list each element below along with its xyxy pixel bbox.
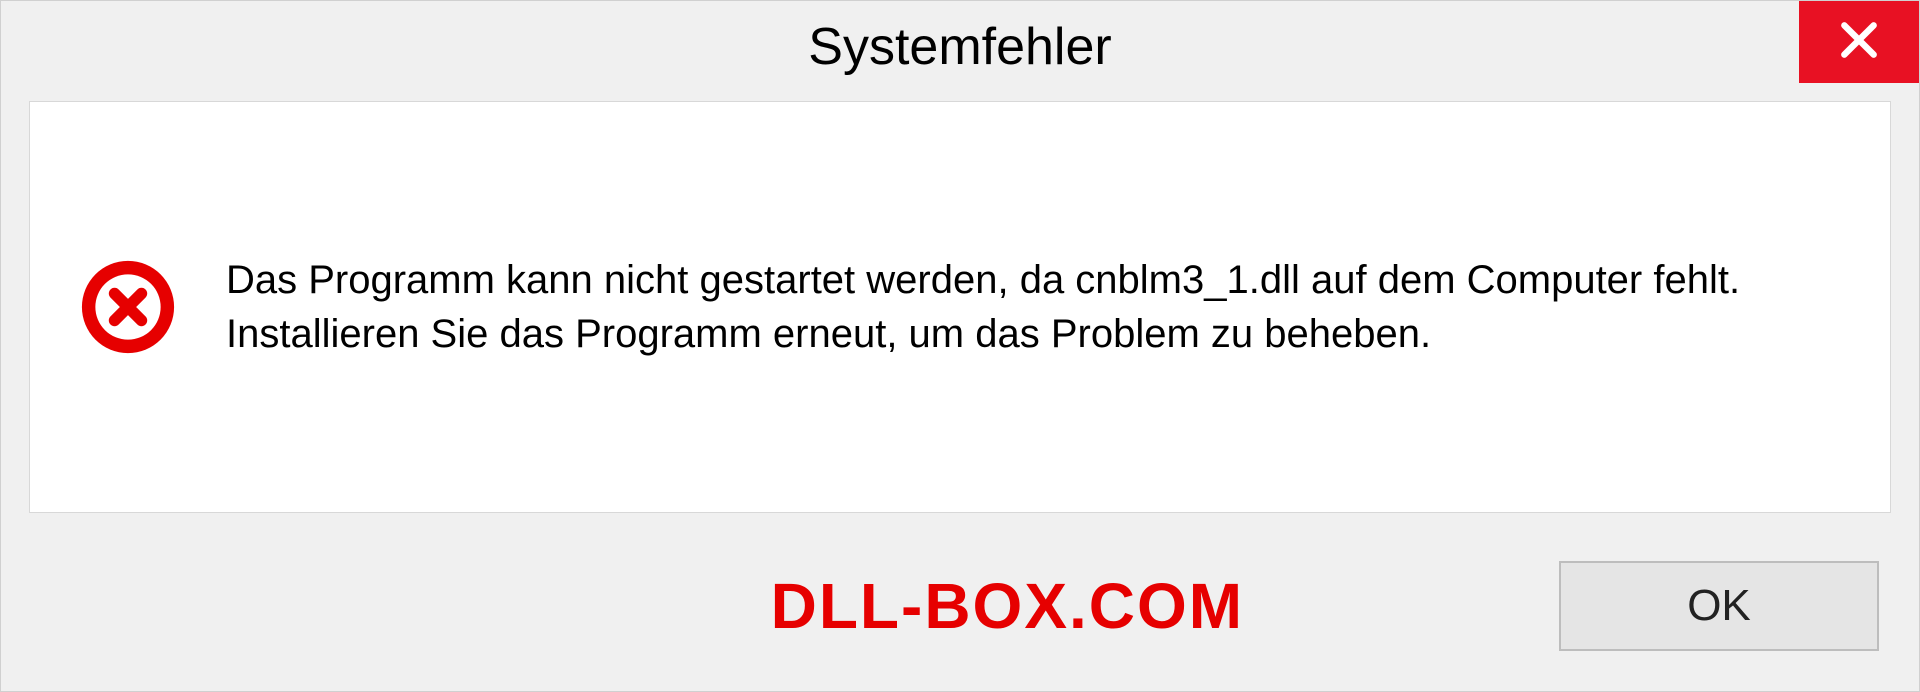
- watermark-text: DLL-BOX.COM: [771, 569, 1245, 643]
- ok-button[interactable]: OK: [1559, 561, 1879, 651]
- error-dialog: Systemfehler Das Programm kann nicht ges…: [0, 0, 1920, 692]
- titlebar: Systemfehler: [1, 1, 1919, 93]
- content-area: Das Programm kann nicht gestartet werden…: [29, 101, 1891, 513]
- close-button[interactable]: [1799, 1, 1919, 83]
- close-icon: [1837, 18, 1881, 67]
- dialog-footer: DLL-BOX.COM OK: [1, 521, 1919, 691]
- dialog-title: Systemfehler: [808, 17, 1111, 77]
- error-icon: [80, 259, 176, 355]
- error-message: Das Programm kann nicht gestartet werden…: [226, 253, 1850, 361]
